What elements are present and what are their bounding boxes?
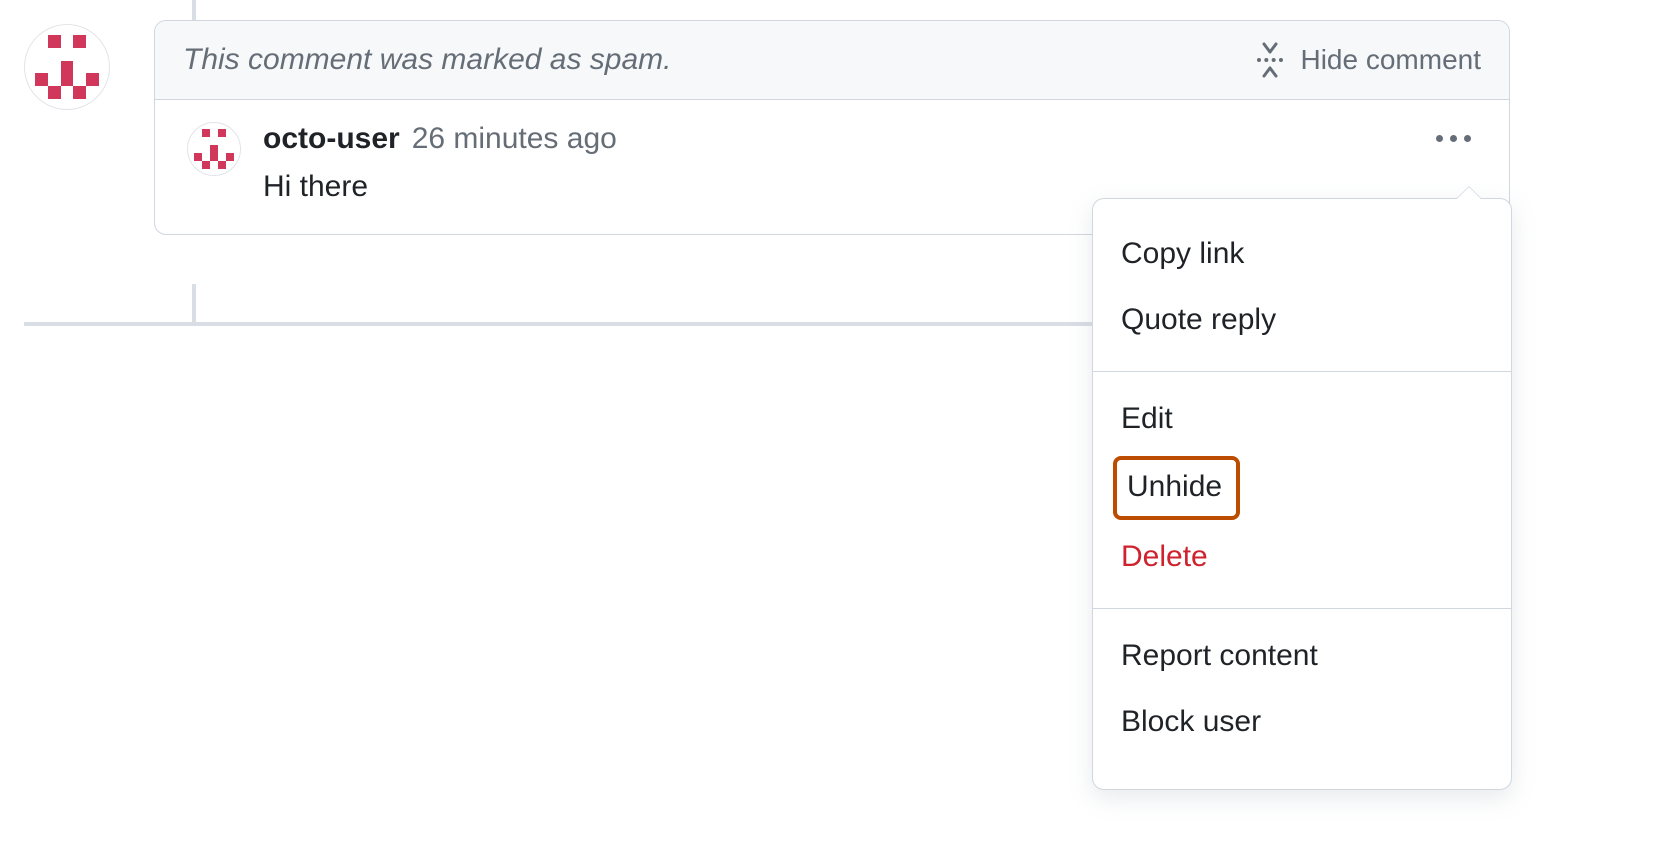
- menu-item-edit[interactable]: Edit: [1093, 386, 1511, 452]
- comment-text: Hi there: [263, 170, 617, 204]
- comment-meta: octo-user 26 minutes ago Hi there: [263, 122, 617, 204]
- menu-separator: [1093, 608, 1511, 609]
- comment-actions-menu: Copy link Quote reply Edit Unhide Delete…: [1092, 198, 1512, 790]
- menu-item-block-user[interactable]: Block user: [1093, 689, 1511, 755]
- kebab-horizontal-icon: [1450, 135, 1457, 142]
- menu-item-quote-reply[interactable]: Quote reply: [1093, 287, 1511, 353]
- timeline-rule: [192, 284, 196, 324]
- hide-comment-toggle[interactable]: Hide comment: [1254, 44, 1481, 76]
- menu-item-unhide[interactable]: Unhide: [1113, 456, 1240, 520]
- fold-icon: [1254, 44, 1286, 76]
- comment-header: This comment was marked as spam. Hide co…: [155, 21, 1509, 100]
- username-link[interactable]: octo-user: [263, 122, 400, 156]
- identicon-icon: [25, 25, 109, 109]
- spam-notice: This comment was marked as spam.: [183, 43, 671, 77]
- comment-actions-kebab[interactable]: [1431, 122, 1475, 154]
- avatar[interactable]: [24, 24, 110, 110]
- menu-separator: [1093, 371, 1511, 372]
- timestamp[interactable]: 26 minutes ago: [412, 122, 617, 156]
- menu-item-report-content[interactable]: Report content: [1093, 623, 1511, 689]
- menu-item-copy-link[interactable]: Copy link: [1093, 221, 1511, 287]
- avatar[interactable]: [187, 122, 241, 176]
- timeline-rule: [192, 0, 196, 20]
- kebab-horizontal-icon: [1436, 135, 1443, 142]
- hide-comment-label: Hide comment: [1300, 44, 1481, 76]
- kebab-horizontal-icon: [1464, 135, 1471, 142]
- identicon-icon: [188, 123, 240, 175]
- menu-item-delete[interactable]: Delete: [1093, 524, 1511, 590]
